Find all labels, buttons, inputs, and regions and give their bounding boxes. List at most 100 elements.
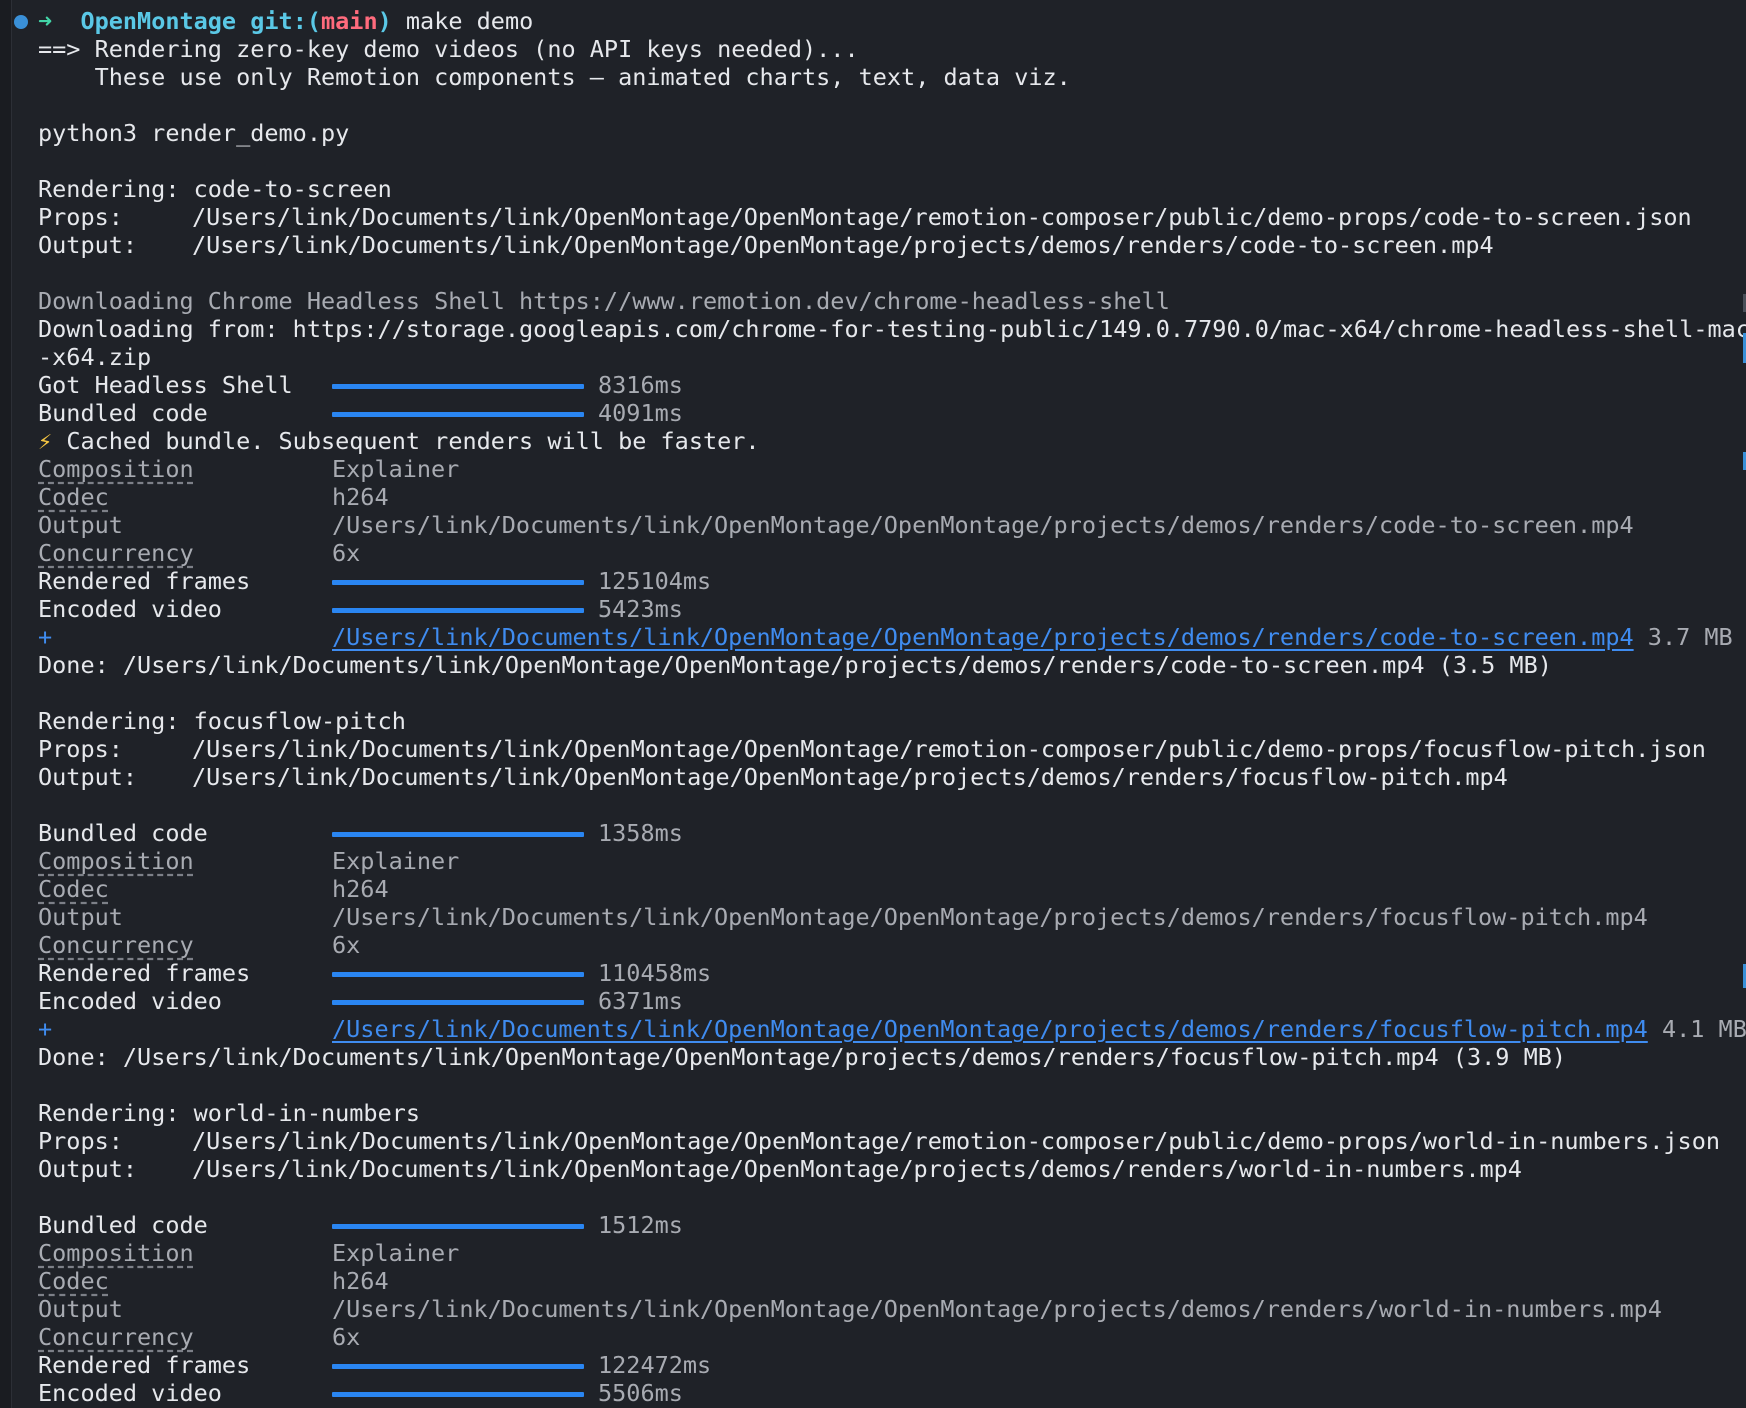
done-path: /Users/link/Documents/link/OpenMontage/O… <box>122 651 1552 679</box>
prompt-command: make demo <box>405 7 534 35</box>
download-line-2: Downloading from: https://storage.google… <box>38 315 1746 343</box>
encoded-video-time: 6371ms <box>598 987 683 1015</box>
composition-value: Explainer <box>332 455 460 483</box>
rendering-line: Rendering: world-in-numbers <box>38 1099 420 1127</box>
done-line: Done: /Users/link/Documents/link/OpenMon… <box>38 651 1552 679</box>
output-detail-label: Output <box>38 511 123 539</box>
composition-label: Composition <box>38 455 194 483</box>
output-line: Output: <box>38 763 137 791</box>
output-label: Output: <box>38 1155 138 1183</box>
rendered-frames-label: Rendered frames <box>38 959 251 987</box>
prompt-git-close: ) <box>377 7 392 35</box>
download-line-1: Downloading Chrome Headless Shell https:… <box>38 287 1170 315</box>
rendered-frames-time: 122472ms <box>598 1351 712 1379</box>
output-file-row: /Users/link/Documents/link/OpenMontage/O… <box>332 623 1733 651</box>
props-label: Props: <box>38 1127 123 1155</box>
progress-bar <box>332 580 584 585</box>
bundled-label: Bundled code <box>38 399 208 427</box>
rendering-line: Rendering: focusflow-pitch <box>38 707 406 735</box>
terminal-gutter <box>0 0 12 1408</box>
prompt-line: ➜ OpenMontage git:(main) make demo <box>38 7 533 35</box>
render-name: world-in-numbers <box>193 1099 421 1127</box>
output-detail-label: Output <box>38 1295 123 1323</box>
props-label: Props: <box>38 735 123 763</box>
progress-bar <box>332 1392 584 1397</box>
output-detail-value: /Users/link/Documents/link/OpenMontage/O… <box>332 1295 1662 1323</box>
done-line: Done: /Users/link/Documents/link/OpenMon… <box>38 1043 1566 1071</box>
codec-value: h264 <box>332 875 389 903</box>
done-label: Done: <box>38 651 109 679</box>
encoded-video-time: 5423ms <box>598 595 683 623</box>
progress-bar <box>332 1000 584 1005</box>
output-file-size: 4.1 MB <box>1661 1015 1746 1043</box>
props-path: /Users/link/Documents/link/OpenMontage/O… <box>192 1127 1721 1155</box>
progress-bar <box>332 1364 584 1369</box>
plus-marker: + <box>38 1015 53 1043</box>
rendered-frames-time: 125104ms <box>598 567 712 595</box>
props-label: Props: <box>38 203 123 231</box>
codec-label: Codec <box>38 875 109 903</box>
bundled-time: 1512ms <box>598 1211 683 1239</box>
output-line: Output: <box>38 1155 137 1183</box>
composition-label: Composition <box>38 847 194 875</box>
codec-label: Codec <box>38 483 109 511</box>
output-path: /Users/link/Documents/link/OpenMontage/O… <box>192 763 1508 791</box>
intro-line-2: These use only Remotion components — ani… <box>38 63 1071 91</box>
composition-value: Explainer <box>332 847 460 875</box>
props-line: Props: <box>38 1127 123 1155</box>
codec-value: h264 <box>332 1267 389 1295</box>
concurrency-value: 6x <box>332 931 361 959</box>
progress-bar <box>332 608 584 613</box>
lightning-icon: ⚡ <box>38 427 53 455</box>
prompt-arrow-icon: ➜ <box>38 7 53 35</box>
output-detail-label: Output <box>38 903 123 931</box>
output-detail-value: /Users/link/Documents/link/OpenMontage/O… <box>332 903 1648 931</box>
cached-line: ⚡ Cached bundle. Subsequent renders will… <box>38 427 760 455</box>
props-line: Props: <box>38 203 123 231</box>
output-path: /Users/link/Documents/link/OpenMontage/O… <box>192 1155 1522 1183</box>
output-file-link[interactable]: /Users/link/Documents/link/OpenMontage/O… <box>332 1015 1648 1043</box>
terminal-window[interactable]: ➜ OpenMontage git:(main) make demo ==> R… <box>0 0 1746 1408</box>
prompt-git-branch: main <box>321 7 378 35</box>
prompt-directory: OpenMontage <box>80 7 237 35</box>
output-detail-value: /Users/link/Documents/link/OpenMontage/O… <box>332 511 1634 539</box>
bundled-label: Bundled code <box>38 819 208 847</box>
encoded-video-label: Encoded video <box>38 1379 222 1407</box>
progress-bar <box>332 972 584 977</box>
props-path: /Users/link/Documents/link/OpenMontage/O… <box>192 735 1706 763</box>
codec-label: Codec <box>38 1267 109 1295</box>
got-shell-time: 8316ms <box>598 371 683 399</box>
composition-label: Composition <box>38 1239 194 1267</box>
render-name: focusflow-pitch <box>193 707 406 735</box>
encoded-video-label: Encoded video <box>38 987 222 1015</box>
concurrency-value: 6x <box>332 539 361 567</box>
rendering-label: Rendering: <box>38 175 180 203</box>
download-line-3: -x64.zip <box>38 343 152 371</box>
plus-marker: + <box>38 623 53 651</box>
progress-bar <box>332 412 584 417</box>
rendered-frames-label: Rendered frames <box>38 1351 251 1379</box>
props-line: Props: <box>38 735 123 763</box>
output-file-link[interactable]: /Users/link/Documents/link/OpenMontage/O… <box>332 623 1634 651</box>
output-file-row: /Users/link/Documents/link/OpenMontage/O… <box>332 1015 1746 1043</box>
output-label: Output: <box>38 231 138 259</box>
composition-value: Explainer <box>332 1239 460 1267</box>
encoded-video-label: Encoded video <box>38 595 222 623</box>
prompt-git-label: git:( <box>250 7 321 35</box>
concurrency-value: 6x <box>332 1323 361 1351</box>
concurrency-label: Concurrency <box>38 1323 194 1351</box>
output-label: Output: <box>38 763 138 791</box>
intro-line-1: ==> Rendering zero-key demo videos (no A… <box>38 35 859 63</box>
script-command: python3 render_demo.py <box>38 119 350 147</box>
progress-bar <box>332 1224 584 1229</box>
rendered-frames-label: Rendered frames <box>38 567 251 595</box>
concurrency-label: Concurrency <box>38 539 194 567</box>
got-shell-label: Got Headless Shell <box>38 371 293 399</box>
progress-bar <box>332 384 584 389</box>
bundled-label: Bundled code <box>38 1211 208 1239</box>
encoded-video-time: 5506ms <box>598 1379 683 1407</box>
concurrency-label: Concurrency <box>38 931 194 959</box>
rendering-line: Rendering: code-to-screen <box>38 175 392 203</box>
done-path: /Users/link/Documents/link/OpenMontage/O… <box>122 1043 1567 1071</box>
rendering-label: Rendering: <box>38 1099 180 1127</box>
